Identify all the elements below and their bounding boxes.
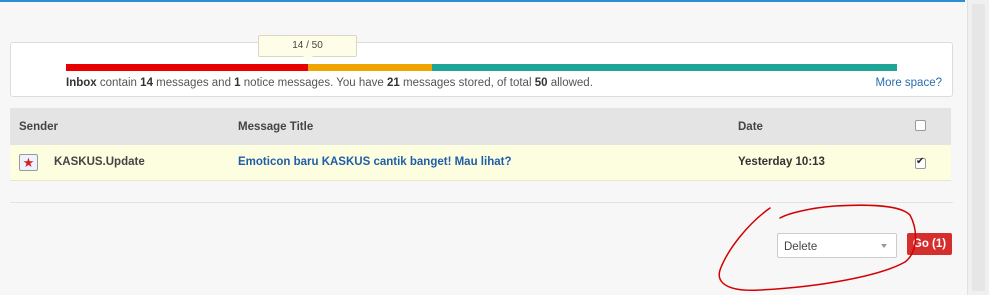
quota-notice-count: 1	[234, 77, 241, 89]
quota-folder: Inbox	[66, 77, 97, 89]
message-table: Sender Message Title Date ★ KASKUS.Updat…	[10, 108, 951, 181]
row-check-cell	[915, 156, 926, 170]
bulk-action-select[interactable]: Delete	[777, 233, 897, 258]
table-header: Sender Message Title Date	[10, 108, 951, 145]
quota-tooltip: 14 / 50	[258, 35, 357, 62]
quota-bar-used	[66, 64, 308, 71]
quota-stored-count: 21	[387, 77, 400, 89]
quota-bar-stored	[307, 64, 432, 71]
go-button[interactable]: Go (1)	[907, 233, 952, 255]
scrollbar[interactable]	[967, 0, 989, 295]
bulk-action-selected: Delete	[784, 241, 818, 253]
quota-progress-bar	[66, 64, 897, 71]
select-all-checkbox[interactable]	[915, 120, 926, 131]
column-header-date[interactable]: Date	[738, 121, 763, 133]
column-header-title[interactable]: Message Title	[238, 121, 313, 133]
inbox-quota-panel: 14 / 50 Inbox contain 14 messages and 1 …	[10, 35, 953, 97]
top-accent-line	[0, 0, 965, 2]
quota-total: 50	[534, 77, 548, 89]
divider	[10, 202, 953, 203]
scrollbar-thumb[interactable]	[972, 4, 985, 291]
table-row[interactable]: ★ KASKUS.Update Emoticon baru KASKUS can…	[10, 145, 951, 181]
more-space-link[interactable]: More space?	[876, 77, 942, 89]
message-title-link[interactable]: Emoticon baru KASKUS cantik banget! Mau …	[238, 156, 511, 168]
sender-name[interactable]: KASKUS.Update	[54, 156, 145, 168]
quota-messages-and: messages and	[156, 77, 231, 89]
quota-contain: contain	[99, 77, 137, 89]
quota-summary-text: Inbox contain 14 messages and 1 notice m…	[66, 77, 593, 89]
quota-allowed: allowed.	[550, 77, 593, 89]
quota-messages-count: 14	[140, 77, 153, 89]
chevron-down-icon	[881, 244, 887, 248]
column-header-sender[interactable]: Sender	[19, 121, 58, 133]
quota-notice-text: notice messages. You have	[243, 77, 384, 89]
row-checkbox[interactable]	[915, 156, 926, 169]
kaskus-avatar-icon: ★	[19, 154, 38, 171]
quota-stored-text: messages stored, of total	[403, 77, 532, 89]
quota-bar-free	[431, 64, 897, 71]
message-date: Yesterday 10:13	[738, 156, 825, 168]
